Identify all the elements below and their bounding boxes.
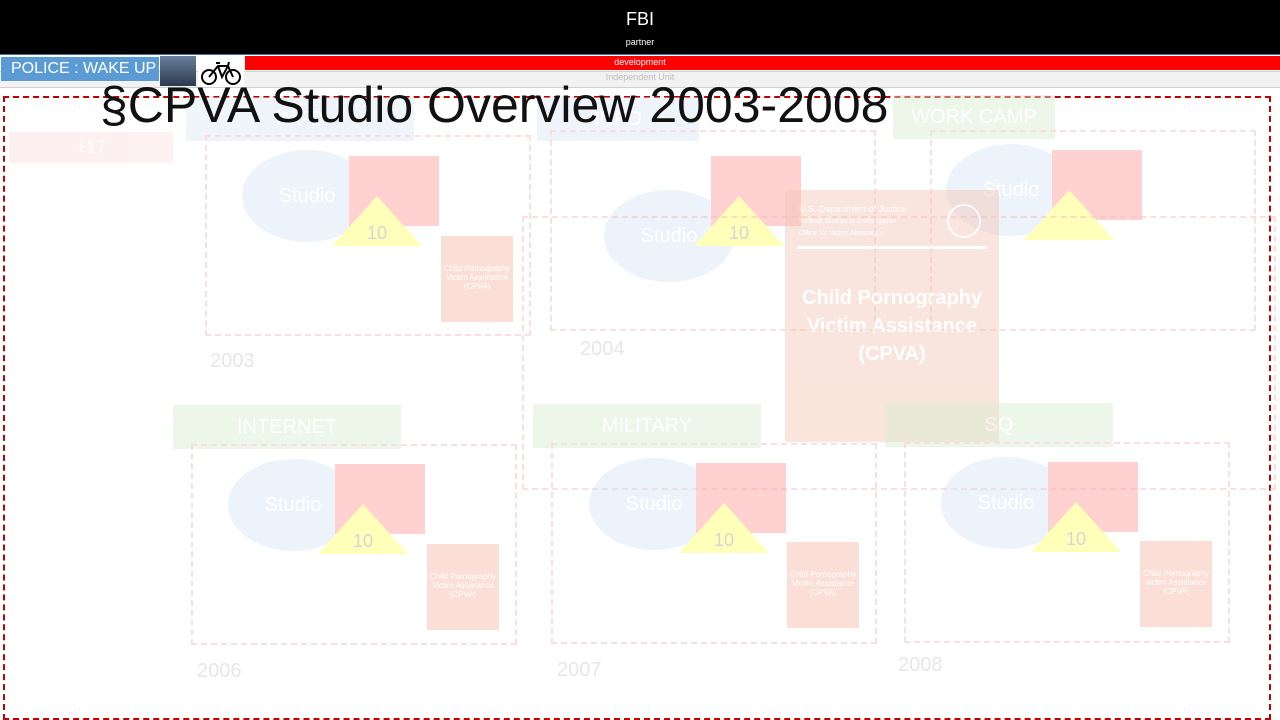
panel-tag: MILITARY [533, 404, 761, 448]
cover-header-line-3: Office for Victim Assistance [799, 230, 884, 237]
cpva-booklet: Child Pornography Victim Assistance (CPV… [1140, 541, 1212, 627]
cover-header-line-1: U.S. Department of Justice [799, 204, 907, 214]
panel-tag: SQ [885, 403, 1113, 447]
triangle-number: 10 [366, 223, 388, 243]
red-bar-label: development [614, 57, 666, 67]
panel-tag: INTERNET [173, 405, 401, 449]
triangle-number: 10 [1065, 529, 1087, 549]
cpva-booklet: Child Pornography Victim Assistance (CPV… [787, 542, 859, 628]
triangle-number: 10 [352, 531, 374, 551]
cpva-booklet: Child Pornography Victim Assistance (CPV… [441, 236, 513, 322]
fbi-seal-icon [947, 204, 981, 238]
count-badge: +17 [9, 132, 173, 163]
cover-header-line-2: Federal Bureau of Investigation [799, 218, 897, 225]
panel-year: 2006 [197, 660, 242, 682]
cover-rule [797, 246, 987, 249]
panel-year: 2008 [898, 654, 943, 676]
triangle-number: 10 [713, 530, 735, 550]
organization-title: FBI [625, 9, 654, 29]
panel-year: 2007 [557, 659, 602, 681]
panel-year: 2003 [210, 350, 255, 372]
organization-subtitle: partner [625, 37, 655, 47]
cpva-booklet: Child Pornography Victim Assistance (CPV… [427, 544, 499, 630]
page-title: §CPVA Studio Overview 2003-2008 [100, 77, 889, 133]
cover-title: Child Pornography Victim Assistance (CPV… [802, 287, 982, 365]
